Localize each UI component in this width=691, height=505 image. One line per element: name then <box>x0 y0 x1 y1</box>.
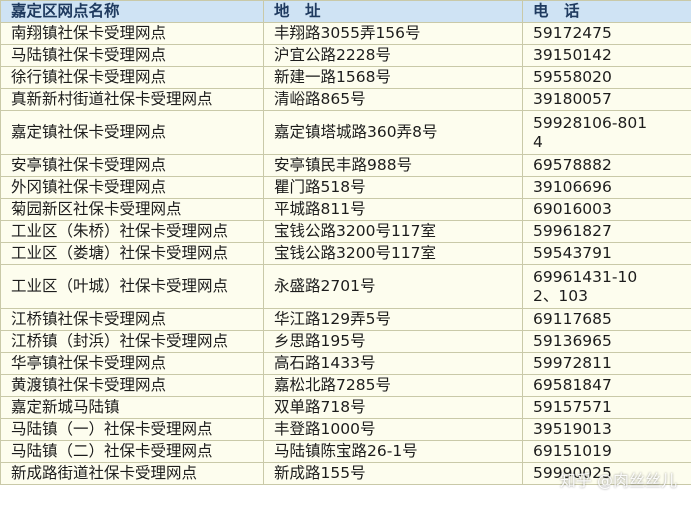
cell-address: 华江路129弄5号 <box>263 308 523 331</box>
cell-address: 永盛路2701号 <box>263 264 523 309</box>
cell-address: 嘉定镇塔城路360弄8号 <box>263 110 523 155</box>
cell-phone: 59172475 <box>522 22 691 45</box>
table-row: 菊园新区社保卡受理网点 平城路811号 69016003 <box>0 198 691 221</box>
cell-address: 沪宜公路2228号 <box>263 44 523 67</box>
table-row: 徐行镇社保卡受理网点 新建一路1568号 59558020 <box>0 66 691 89</box>
cell-address: 平城路811号 <box>263 198 523 221</box>
cell-phone: 69581847 <box>522 374 691 397</box>
cell-address: 宝钱公路3200号117室 <box>263 220 523 243</box>
header-row: 嘉定区网点名称 地 址 电 话 <box>0 0 691 23</box>
cell-phone: 59972811 <box>522 352 691 375</box>
cell-name: 真新新村街道社保卡受理网点 <box>0 88 264 111</box>
cell-address: 嘉松北路7285号 <box>263 374 523 397</box>
cell-name: 工业区（朱桥）社保卡受理网点 <box>0 220 264 243</box>
cell-name: 华亭镇社保卡受理网点 <box>0 352 264 375</box>
cell-address: 瞿门路518号 <box>263 176 523 199</box>
cell-address: 乡思路195号 <box>263 330 523 353</box>
table-row: 外冈镇社保卡受理网点 瞿门路518号 39106696 <box>0 176 691 199</box>
cell-phone: 59558020 <box>522 66 691 89</box>
header-phone: 电 话 <box>522 0 691 23</box>
table-row: 江桥镇社保卡受理网点 华江路129弄5号 69117685 <box>0 308 691 331</box>
header-name: 嘉定区网点名称 <box>0 0 264 23</box>
table-row: 嘉定镇社保卡受理网点 嘉定镇塔城路360弄8号 59928106-8014 <box>0 110 691 155</box>
cell-name: 工业区（娄塘）社保卡受理网点 <box>0 242 264 265</box>
cell-name: 马陆镇（二）社保卡受理网点 <box>0 440 264 463</box>
cell-name: 菊园新区社保卡受理网点 <box>0 198 264 221</box>
cell-phone: 59543791 <box>522 242 691 265</box>
cell-name: 安亭镇社保卡受理网点 <box>0 154 264 177</box>
table-row: 华亭镇社保卡受理网点 高石路1433号 59972811 <box>0 352 691 375</box>
cell-phone: 39519013 <box>522 418 691 441</box>
cell-phone: 59928106-8014 <box>522 110 691 155</box>
table-row: 江桥镇（封浜）社保卡受理网点 乡思路195号 59136965 <box>0 330 691 353</box>
cell-address: 高石路1433号 <box>263 352 523 375</box>
table-row: 马陆镇社保卡受理网点 沪宜公路2228号 39150142 <box>0 44 691 67</box>
header-address: 地 址 <box>263 0 523 23</box>
cell-address: 双单路718号 <box>263 396 523 419</box>
cell-phone: 59961827 <box>522 220 691 243</box>
cell-phone: 69578882 <box>522 154 691 177</box>
cell-phone: 39180057 <box>522 88 691 111</box>
cell-address: 清峪路865号 <box>263 88 523 111</box>
cell-name: 工业区（叶城）社保卡受理网点 <box>0 264 264 309</box>
table-row: 南翔镇社保卡受理网点 丰翔路3055弄156号 59172475 <box>0 22 691 45</box>
cell-name: 新成路街道社保卡受理网点 <box>0 462 264 485</box>
table-row: 工业区（娄塘）社保卡受理网点 宝钱公路3200号117室 59543791 <box>0 242 691 265</box>
cell-address: 马陆镇陈宝路26-1号 <box>263 440 523 463</box>
table-row: 工业区（朱桥）社保卡受理网点 宝钱公路3200号117室 59961827 <box>0 220 691 243</box>
cell-address: 宝钱公路3200号117室 <box>263 242 523 265</box>
cell-name: 马陆镇社保卡受理网点 <box>0 44 264 67</box>
cell-name: 江桥镇社保卡受理网点 <box>0 308 264 331</box>
cell-name: 徐行镇社保卡受理网点 <box>0 66 264 89</box>
cell-phone: 59136965 <box>522 330 691 353</box>
cell-name: 马陆镇（一）社保卡受理网点 <box>0 418 264 441</box>
cell-address: 安亭镇民丰路988号 <box>263 154 523 177</box>
cell-name: 外冈镇社保卡受理网点 <box>0 176 264 199</box>
table-row: 新成路街道社保卡受理网点 新成路155号 59990025 <box>0 462 691 485</box>
cell-name: 嘉定新城马陆镇 <box>0 396 264 419</box>
table-row: 马陆镇（二）社保卡受理网点 马陆镇陈宝路26-1号 69151019 <box>0 440 691 463</box>
table-row: 马陆镇（一）社保卡受理网点 丰登路1000号 39519013 <box>0 418 691 441</box>
cell-address: 丰翔路3055弄156号 <box>263 22 523 45</box>
cell-phone: 69016003 <box>522 198 691 221</box>
cell-phone: 69117685 <box>522 308 691 331</box>
table-row: 黄渡镇社保卡受理网点 嘉松北路7285号 69581847 <box>0 374 691 397</box>
table-row: 安亭镇社保卡受理网点 安亭镇民丰路988号 69578882 <box>0 154 691 177</box>
cell-phone: 69961431-102、103 <box>522 264 691 309</box>
cell-phone: 39106696 <box>522 176 691 199</box>
cell-address: 丰登路1000号 <box>263 418 523 441</box>
table-row: 真新新村街道社保卡受理网点 清峪路865号 39180057 <box>0 88 691 111</box>
service-points-table: 嘉定区网点名称 地 址 电 话 南翔镇社保卡受理网点 丰翔路3055弄156号 59… <box>0 0 691 485</box>
cell-name: 南翔镇社保卡受理网点 <box>0 22 264 45</box>
cell-phone: 59157571 <box>522 396 691 419</box>
cell-phone: 69151019 <box>522 440 691 463</box>
cell-name: 黄渡镇社保卡受理网点 <box>0 374 264 397</box>
cell-name: 江桥镇（封浜）社保卡受理网点 <box>0 330 264 353</box>
table-row: 嘉定新城马陆镇 双单路718号 59157571 <box>0 396 691 419</box>
cell-phone: 39150142 <box>522 44 691 67</box>
cell-address: 新成路155号 <box>263 462 523 485</box>
cell-phone: 59990025 <box>522 462 691 485</box>
cell-name: 嘉定镇社保卡受理网点 <box>0 110 264 155</box>
cell-address: 新建一路1568号 <box>263 66 523 89</box>
table-row: 工业区（叶城）社保卡受理网点 永盛路2701号 69961431-102、103 <box>0 264 691 309</box>
